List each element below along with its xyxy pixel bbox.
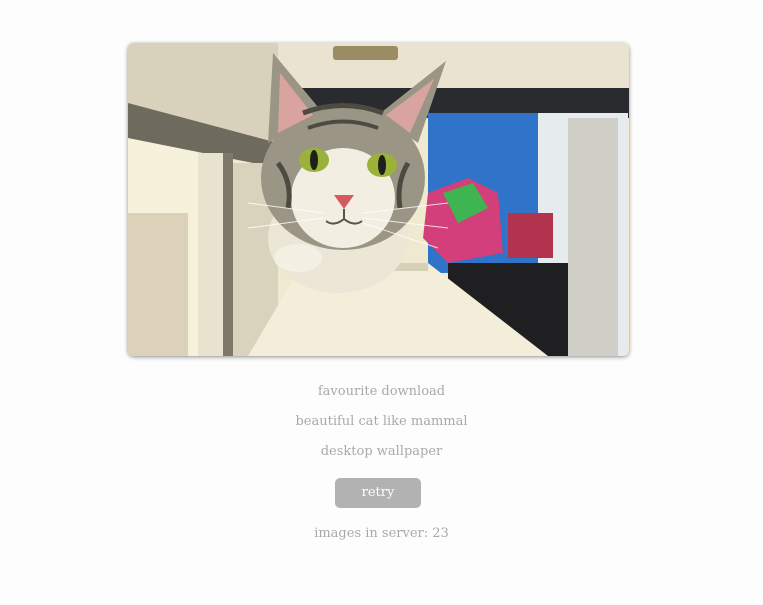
caption-favourite-download: favourite download xyxy=(317,384,446,399)
caption-category: desktop wallpaper xyxy=(320,444,443,459)
retry-button[interactable]: retry xyxy=(335,478,421,508)
caption-description: beautiful cat like mammal xyxy=(295,414,468,429)
cat-photo xyxy=(128,43,629,356)
wallpaper-image xyxy=(128,43,629,356)
server-image-count: images in server: 23 xyxy=(314,526,449,541)
